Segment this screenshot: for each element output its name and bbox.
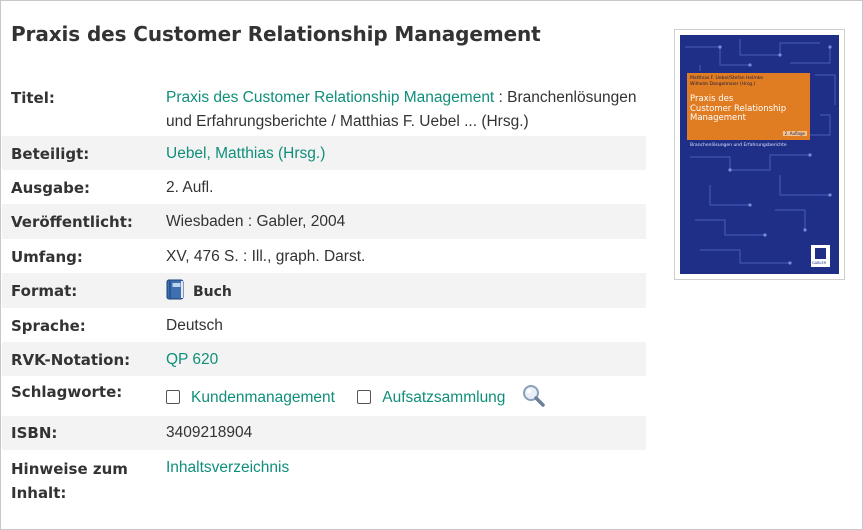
- label-schlagworte: Schlagworte:: [11, 383, 123, 401]
- row-hinweise: Hinweise zum Inhalt: Inhaltsverzeichnis: [2, 450, 646, 512]
- label-ausgabe: Ausgabe:: [11, 179, 90, 197]
- details-table: Titel: Praxis des Customer Relationship …: [2, 78, 646, 512]
- row-format: Format: Buch: [2, 273, 646, 308]
- record-frame: Praxis des Customer Relationship Managem…: [0, 0, 863, 530]
- row-schlagworte: Schlagworte: Kundenmanagement Aufsatzsam…: [2, 376, 646, 416]
- value-ausgabe: 2. Aufl.: [166, 179, 214, 196]
- value-beteiligt: Uebel, Matthias (Hrsg.): [157, 136, 646, 170]
- row-sprache: Sprache: Deutsch: [2, 308, 646, 342]
- cover-title-panel: Matthias F. Uebel/Stefan Helmke Wilhelm …: [687, 73, 810, 140]
- cover-authors: Matthias F. Uebel/Stefan Helmke Wilhelm …: [690, 76, 763, 87]
- publisher-logo-icon: GABLER: [811, 245, 830, 267]
- value-isbn: 3409218904: [157, 416, 646, 450]
- value-format: Buch: [157, 273, 646, 308]
- row-veroeffentlicht: Veröffentlicht: Wiesbaden : Gabler, 2004: [2, 204, 646, 239]
- toc-link[interactable]: Inhaltsverzeichnis: [166, 459, 289, 476]
- label-titel: Titel:: [11, 89, 55, 107]
- value-sprache: Deutsch: [166, 317, 223, 334]
- circuit-pattern-icon: [685, 39, 836, 265]
- label-rvk: RVK-Notation:: [2, 342, 157, 376]
- row-umfang: Umfang: XV, 476 S. : Ill., graph. Darst.: [2, 239, 646, 273]
- book-icon: [166, 279, 185, 308]
- row-ausgabe: Ausgabe: 2. Aufl.: [2, 170, 646, 204]
- value-hinweise: Inhaltsverzeichnis: [157, 450, 646, 512]
- label-hinweise: Hinweise zum Inhalt:: [11, 460, 128, 502]
- row-rvk: RVK-Notation: QP 620: [2, 342, 646, 376]
- keyword-checkbox-1[interactable]: [166, 390, 180, 404]
- keyword-checkbox-2[interactable]: [357, 390, 372, 404]
- row-titel: Titel: Praxis des Customer Relationship …: [2, 78, 646, 136]
- label-isbn: ISBN:: [2, 416, 157, 450]
- magnifier-icon[interactable]: [522, 384, 546, 416]
- keyword-link-1[interactable]: Kundenmanagement: [191, 389, 335, 406]
- label-format: Format:: [2, 273, 157, 308]
- cover-title: Praxis des Customer Relationship Managem…: [690, 94, 787, 123]
- keyword-link-2[interactable]: Aufsatzsammlung: [382, 389, 505, 406]
- value-schlagworte: Kundenmanagement Aufsatzsammlung: [157, 376, 646, 416]
- value-veroeffentlicht: Wiesbaden : Gabler, 2004: [157, 204, 646, 239]
- value-titel: Praxis des Customer Relationship Managem…: [157, 78, 646, 136]
- row-beteiligt: Beteiligt: Uebel, Matthias (Hrsg.): [2, 136, 646, 170]
- rvk-link[interactable]: QP 620: [166, 351, 218, 368]
- label-umfang: Umfang:: [11, 248, 83, 266]
- book-cover: Matthias F. Uebel/Stefan Helmke Wilhelm …: [680, 35, 839, 274]
- format-label: Buch: [193, 284, 232, 300]
- label-sprache: Sprache:: [11, 317, 86, 335]
- contributor-link[interactable]: Uebel, Matthias (Hrsg.): [166, 145, 325, 162]
- page-title: Praxis des Customer Relationship Managem…: [11, 22, 541, 46]
- row-isbn: ISBN: 3409218904: [2, 416, 646, 450]
- cover-image-frame[interactable]: Matthias F. Uebel/Stefan Helmke Wilhelm …: [674, 29, 845, 280]
- label-veroeffentlicht: Veröffentlicht:: [2, 204, 157, 239]
- value-rvk: QP 620: [157, 342, 646, 376]
- label-beteiligt: Beteiligt:: [2, 136, 157, 170]
- value-umfang: XV, 476 S. : Ill., graph. Darst.: [166, 248, 366, 265]
- cover-edition: 2. Auflage: [782, 131, 807, 136]
- title-link[interactable]: Praxis des Customer Relationship Managem…: [166, 89, 494, 106]
- cover-subtitle: Branchenlösungen und Erfahrungsberichte: [690, 143, 787, 148]
